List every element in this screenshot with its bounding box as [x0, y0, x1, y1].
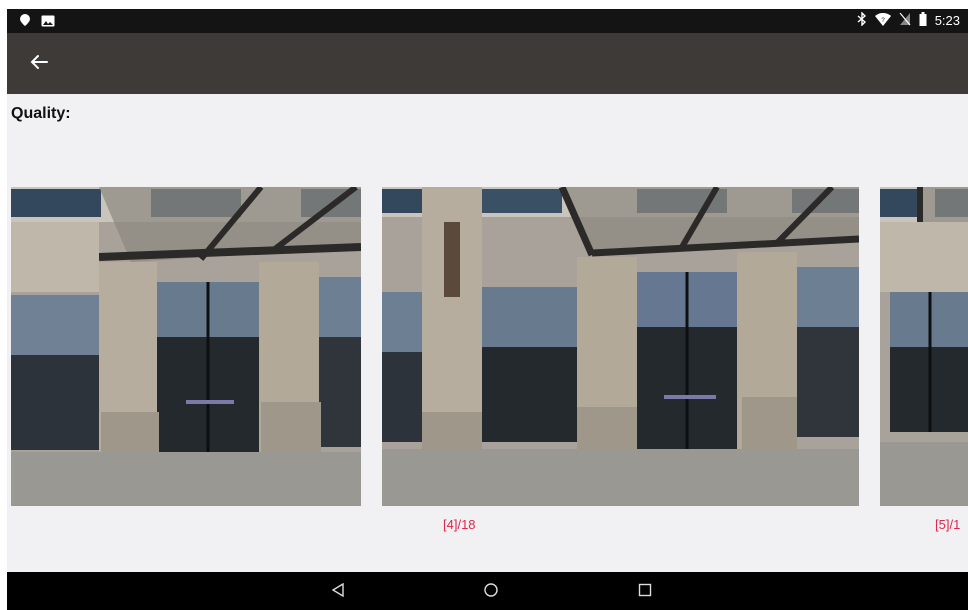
status-bar: ? 5:23	[7, 9, 968, 33]
photo-caption: [5]/1	[935, 517, 961, 532]
building-photo-1	[11, 187, 361, 506]
photo-caption: [4]/18	[443, 517, 476, 532]
battery-icon	[919, 12, 927, 29]
bluetooth-icon	[857, 11, 867, 29]
no-sim-icon	[899, 12, 911, 29]
home-circle-icon	[484, 582, 498, 602]
photo-thumbnail[interactable]	[880, 187, 968, 506]
nav-back-button[interactable]	[328, 582, 348, 602]
photo-thumbnail[interactable]	[11, 187, 361, 506]
nav-bar	[7, 572, 968, 610]
recents-square-icon	[638, 583, 652, 602]
app-toolbar	[7, 33, 968, 94]
wifi-icon: ?	[874, 12, 891, 29]
quality-label: Quality:	[11, 105, 71, 122]
back-button[interactable]	[25, 50, 53, 78]
app-frame: ? 5:23 Quality: [4]/18 [5]/1	[7, 9, 968, 610]
arrow-left-icon	[29, 52, 49, 77]
back-triangle-icon	[331, 582, 345, 602]
nav-home-button[interactable]	[481, 582, 501, 602]
building-photo-3	[880, 187, 968, 506]
nav-recents-button[interactable]	[635, 582, 655, 602]
building-photo-2	[382, 187, 859, 506]
pin-notification-icon	[19, 13, 31, 32]
photo-thumbnail[interactable]	[382, 187, 859, 506]
image-notification-icon	[41, 14, 55, 32]
main-content: Quality: [4]/18 [5]/1	[7, 94, 968, 572]
clock: 5:23	[934, 13, 960, 28]
